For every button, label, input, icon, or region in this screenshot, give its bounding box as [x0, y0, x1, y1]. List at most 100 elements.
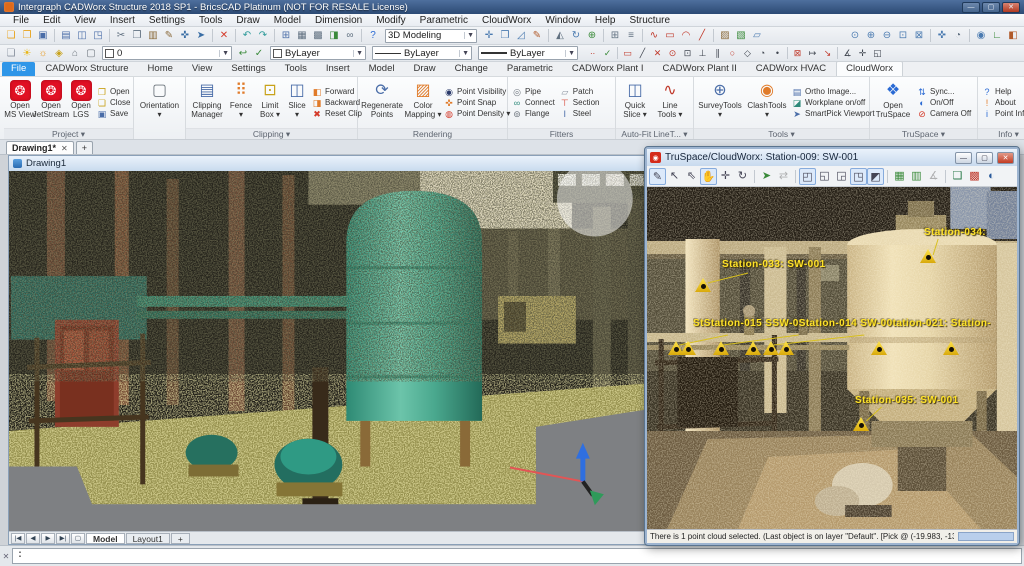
- tab-draw[interactable]: Draw: [404, 62, 444, 76]
- rainbow-palette-icon[interactable]: ▩: [966, 168, 983, 185]
- about-button[interactable]: ! About: [982, 98, 1024, 108]
- menu-item[interactable]: Dimension: [308, 15, 369, 26]
- tab-cadworx-hvac[interactable]: CADWorx HVAC: [747, 62, 835, 76]
- layer-thaw-icon[interactable]: ☼: [35, 46, 51, 61]
- truspace-titlebar[interactable]: ◉ TruSpace/CloudWorx: Station-009: SW-00…: [647, 149, 1017, 166]
- snap-track-icon[interactable]: ✛: [855, 46, 870, 60]
- project-close-button[interactable]: ❏ Close: [97, 98, 130, 108]
- help-button[interactable]: ? Help: [982, 87, 1024, 97]
- add-layout-button[interactable]: +: [171, 533, 190, 544]
- first-layout-icon[interactable]: |◀: [11, 533, 25, 544]
- truspace-viewport[interactable]: Station-034: Station-033: SW-001 StStati…: [647, 187, 1017, 529]
- color-dropdown[interactable]: ByLayer ▼: [270, 46, 366, 60]
- render-view-icon[interactable]: ◧: [1005, 28, 1021, 43]
- menu-item[interactable]: Window: [538, 15, 588, 26]
- tab-layout1[interactable]: Layout1: [126, 533, 170, 544]
- sync-view-icon[interactable]: ⇄: [775, 168, 792, 185]
- snap-extension-icon[interactable]: ↦: [805, 46, 820, 60]
- screen-color-icon[interactable]: ❑: [949, 168, 966, 185]
- snap-off-icon[interactable]: ⊠: [790, 46, 805, 60]
- contrast-icon[interactable]: ◐: [983, 168, 1000, 185]
- plot-icon[interactable]: ▤: [58, 28, 74, 43]
- document-tab-drawing1[interactable]: Drawing1* ✕: [6, 141, 74, 154]
- rectangle-icon[interactable]: ▭: [662, 28, 678, 43]
- new-document-tab-button[interactable]: +: [76, 141, 93, 154]
- layer-dropdown[interactable]: 0 ▼: [102, 46, 232, 60]
- regenerate-points-button[interactable]: ⟳ Regenerate Points: [360, 78, 404, 127]
- tab-tools[interactable]: Tools: [276, 62, 316, 76]
- gradient-fill-icon[interactable]: ▧: [733, 28, 749, 43]
- select-similar-icon[interactable]: ➤: [193, 28, 209, 43]
- zoom-out-icon[interactable]: ⊖: [879, 28, 895, 43]
- tab-cadworx-plant-2[interactable]: CADWorx Plant II: [653, 62, 745, 76]
- menu-item[interactable]: Tools: [192, 15, 229, 26]
- tab-cloudworx[interactable]: CloudWorx: [836, 61, 903, 76]
- reset-clip-button[interactable]: ✖ Reset Clip: [312, 109, 362, 119]
- snap-tangent-icon[interactable]: ◔: [755, 46, 770, 60]
- markup-tool-icon[interactable]: ✎: [649, 168, 666, 185]
- publish-icon[interactable]: ◳: [90, 28, 106, 43]
- image-attach-icon[interactable]: ▦: [294, 28, 310, 43]
- move-view-icon[interactable]: ✛: [717, 168, 734, 185]
- menu-item[interactable]: Draw: [229, 15, 266, 26]
- point-snap-button[interactable]: ✜ Point Snap: [444, 98, 510, 108]
- flange-button[interactable]: ⊚ Flange: [512, 109, 555, 119]
- tab-home[interactable]: Home: [139, 62, 182, 76]
- truspace-maximize-button[interactable]: ▢: [976, 152, 993, 164]
- view-zoom-mode-icon[interactable]: ◲: [833, 168, 850, 185]
- pipe-button[interactable]: ◎ Pipe: [512, 87, 555, 97]
- layer-previous-icon[interactable]: ↩: [235, 46, 251, 61]
- snap-center-icon[interactable]: ⊙: [665, 46, 680, 60]
- ortho-image-button[interactable]: ▤ Ortho Image...: [792, 87, 875, 97]
- open-truspace-button[interactable]: ❖ Open TruSpace: [872, 78, 914, 127]
- station-label[interactable]: Station-035: SW-001: [855, 395, 959, 406]
- offset-icon[interactable]: ≡: [623, 28, 639, 43]
- point-density-button[interactable]: ◍ Point Density ▾: [444, 109, 510, 119]
- steel-button[interactable]: I Steel: [560, 109, 600, 119]
- array-icon[interactable]: ⊞: [607, 28, 623, 43]
- close-tab-icon[interactable]: ✕: [61, 144, 68, 153]
- group-footer-truspace[interactable]: TruSpace ▾: [870, 128, 977, 139]
- group-footer-clipping[interactable]: Clipping ▾: [186, 128, 357, 139]
- zoom-realtime-icon[interactable]: ⊙: [847, 28, 863, 43]
- truspace-close-button[interactable]: ✕: [997, 152, 1014, 164]
- snap-quadrant-icon[interactable]: ◇: [740, 46, 755, 60]
- grid-step-icon[interactable]: ▥: [908, 168, 925, 185]
- select-add-cursor-icon[interactable]: ⇖: [683, 168, 700, 185]
- menu-item[interactable]: Edit: [36, 15, 67, 26]
- boundary-icon[interactable]: ▱: [749, 28, 765, 43]
- station-label[interactable]: Station-034:: [924, 227, 986, 238]
- render-materials-icon[interactable]: ▩: [310, 28, 326, 43]
- copy-entities-icon[interactable]: ❒: [497, 28, 513, 43]
- save-icon[interactable]: ▣: [35, 28, 51, 43]
- tab-parametric[interactable]: Parametric: [498, 62, 562, 76]
- group-footer-tools[interactable]: Tools ▾: [694, 128, 869, 139]
- layer-states-icon[interactable]: ✓: [251, 46, 267, 61]
- print-preview-icon[interactable]: ◫: [74, 28, 90, 43]
- clipping-manager-button[interactable]: ▤ Clipping Manager: [188, 78, 226, 127]
- match-properties-icon[interactable]: ✎: [161, 28, 177, 43]
- point-info-button[interactable]: i Point Info: [982, 109, 1024, 119]
- snap-node-icon[interactable]: ⊡: [680, 46, 695, 60]
- snap-midpoint-icon[interactable]: •: [770, 46, 785, 60]
- truspace-onoff-button[interactable]: ◐ On/Off: [917, 98, 971, 108]
- group-footer-project[interactable]: Project ▾: [4, 128, 133, 139]
- patch-button[interactable]: ▱ Patch: [560, 87, 600, 97]
- tab-insert[interactable]: Insert: [317, 62, 359, 76]
- close-command-panel-icon[interactable]: ✕: [0, 548, 12, 564]
- undo-icon[interactable]: ↶: [239, 28, 255, 43]
- view-fit-icon[interactable]: ◰: [799, 168, 816, 185]
- open-document-icon[interactable]: ❐: [19, 28, 35, 43]
- layer-on-bulb-icon[interactable]: ☀: [19, 46, 35, 61]
- tab-file[interactable]: File: [2, 62, 35, 76]
- tab-cadworx-structure[interactable]: CADWorx Structure: [36, 62, 137, 76]
- menu-item[interactable]: Modify: [369, 15, 412, 26]
- zoom-in-icon[interactable]: ⊕: [863, 28, 879, 43]
- copy-icon[interactable]: ❒: [129, 28, 145, 43]
- last-layout-icon[interactable]: ▶|: [56, 533, 70, 544]
- station-label-cluster[interactable]: StStation-015 SSW-0Station-014 SW-00tati…: [693, 318, 991, 329]
- mirror-icon[interactable]: ◭: [552, 28, 568, 43]
- menu-item[interactable]: Model: [267, 15, 308, 26]
- project-open-button[interactable]: ❐ Open: [97, 87, 130, 97]
- snap-none-icon[interactable]: ✕: [650, 46, 665, 60]
